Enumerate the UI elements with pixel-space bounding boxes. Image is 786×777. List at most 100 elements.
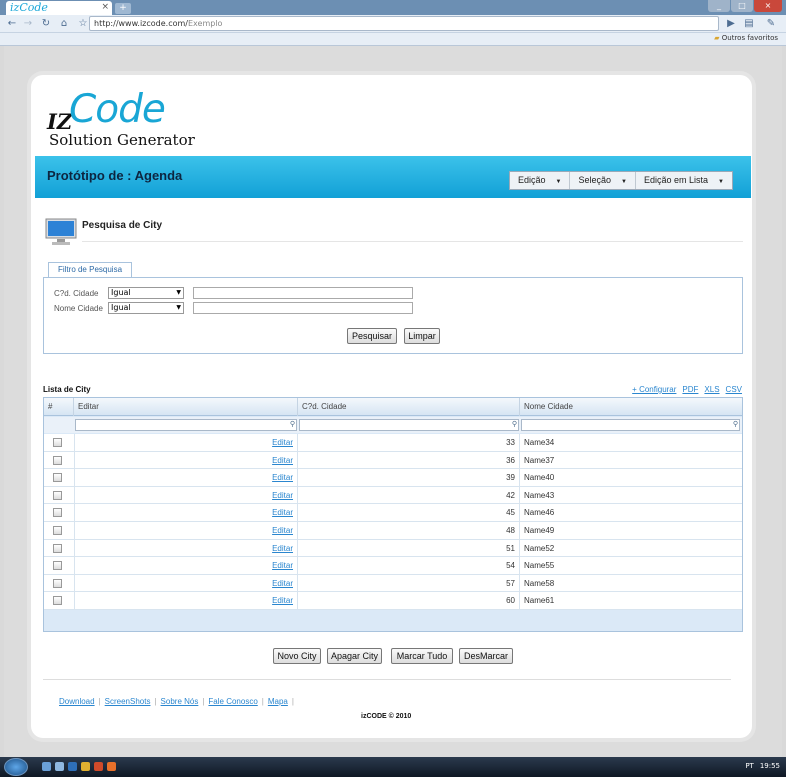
- grid-filter-code-input[interactable]: ⚲: [299, 419, 519, 431]
- delete-city-button[interactable]: Apagar City: [327, 648, 382, 664]
- forward-arrow-icon[interactable]: →: [21, 17, 35, 31]
- table-row: Editar 42 Name43: [44, 486, 742, 505]
- desktop-icon[interactable]: [42, 762, 51, 771]
- go-arrow-icon[interactable]: ▶: [724, 17, 738, 31]
- window-switch-icon[interactable]: [55, 762, 64, 771]
- tab-close-icon[interactable]: ×: [101, 2, 109, 12]
- edit-link[interactable]: Editar: [74, 521, 298, 539]
- edit-link[interactable]: Editar: [74, 539, 298, 557]
- pdf-link[interactable]: PDF: [682, 385, 698, 394]
- back-arrow-icon[interactable]: ←: [5, 17, 19, 31]
- app-page: IZ Code Solution Generator Protótipo de …: [31, 75, 752, 738]
- edit-link[interactable]: Editar: [74, 504, 298, 521]
- edit-link[interactable]: Editar: [74, 557, 298, 574]
- row-checkbox[interactable]: [53, 455, 62, 465]
- address-bar[interactable]: http://www.izcode.com/Exemplo: [89, 16, 719, 31]
- window-controls: _ □ ×: [708, 0, 782, 12]
- filter-icon[interactable]: ⚲: [733, 420, 738, 428]
- footer-divider: [43, 679, 731, 680]
- grid-header: # Editar C?d. Cidade Nome Cidade: [44, 398, 742, 416]
- city-name-cell: Name55: [524, 561, 555, 571]
- filter-icon[interactable]: ⚲: [290, 420, 295, 428]
- footer-link-map[interactable]: Mapa: [268, 697, 288, 706]
- footer-link-contact[interactable]: Fale Conosco: [208, 697, 257, 706]
- new-city-button[interactable]: Novo City: [273, 648, 321, 664]
- unmark-button[interactable]: DesMarcar: [459, 648, 513, 664]
- footer-link-download[interactable]: Download: [59, 697, 95, 706]
- row-checkbox[interactable]: [53, 543, 62, 553]
- col-header-name[interactable]: Nome Cidade: [520, 398, 742, 416]
- edit-link[interactable]: Editar: [74, 574, 298, 592]
- start-button[interactable]: [4, 758, 28, 776]
- mark-all-button[interactable]: Marcar Tudo: [391, 648, 453, 664]
- other-bookmarks-label: Outros favoritos: [721, 34, 778, 42]
- page-menu-icon[interactable]: ▤: [742, 17, 756, 31]
- row-checkbox[interactable]: [53, 508, 62, 518]
- main-menu: Edição ▼ Seleção ▼ Edição em Lista ▼: [509, 171, 733, 190]
- grid-filter-name-input[interactable]: ⚲: [521, 419, 740, 431]
- system-tray: PT 19:55: [745, 762, 780, 770]
- other-bookmarks-folder[interactable]: ▰ Outros favoritos: [714, 34, 778, 42]
- city-code-cell: 51: [298, 539, 520, 557]
- edit-link[interactable]: Editar: [74, 592, 298, 609]
- filter-icon[interactable]: ⚲: [512, 420, 517, 428]
- row-checkbox[interactable]: [53, 438, 62, 447]
- quick-launch: [42, 762, 116, 771]
- city-code-cell: 60: [298, 592, 520, 609]
- close-window-button[interactable]: ×: [754, 0, 782, 12]
- media-icon[interactable]: [94, 762, 103, 771]
- footer-link-about[interactable]: Sobre Nós: [161, 697, 199, 706]
- row-checkbox[interactable]: [53, 525, 62, 535]
- maximize-button[interactable]: □: [731, 0, 753, 12]
- edit-link[interactable]: Editar: [74, 451, 298, 469]
- col-header-number: #: [44, 398, 74, 416]
- menu-edicao-em-lista[interactable]: Edição em Lista ▼: [636, 172, 732, 189]
- search-button[interactable]: Pesquisar: [347, 328, 397, 344]
- col-header-edit[interactable]: Editar: [74, 398, 298, 416]
- footer-link-screenshots[interactable]: ScreenShots: [105, 697, 151, 706]
- monitor-icon: [45, 218, 77, 245]
- edit-link[interactable]: Editar: [74, 434, 298, 451]
- list-title: Lista de City: [43, 385, 91, 394]
- row-checkbox[interactable]: [53, 490, 62, 500]
- xls-link[interactable]: XLS: [704, 385, 719, 394]
- menu-selecao[interactable]: Seleção ▼: [570, 172, 636, 189]
- browser-tab[interactable]: izCode ×: [6, 1, 112, 15]
- reload-icon[interactable]: ↻: [39, 17, 53, 31]
- clear-button[interactable]: Limpar: [404, 328, 440, 344]
- menu-edicao[interactable]: Edição ▼: [510, 172, 571, 189]
- new-tab-button[interactable]: +: [115, 3, 131, 14]
- footer-links: Download | ScreenShots | Sobre Nós | Fale C…: [59, 697, 294, 706]
- folder-icon[interactable]: [81, 762, 90, 771]
- col-header-code[interactable]: C?d. Cidade: [298, 398, 520, 416]
- filter-name-input[interactable]: [193, 302, 413, 314]
- filter-tab[interactable]: Filtro de Pesquisa: [48, 262, 132, 278]
- table-row: Editar 57 Name58: [44, 574, 742, 593]
- bookmarks-bar: ▰ Outros favoritos: [0, 33, 786, 46]
- csv-link[interactable]: CSV: [726, 385, 742, 394]
- row-checkbox[interactable]: [53, 578, 62, 588]
- firefox-icon[interactable]: [107, 762, 116, 771]
- home-icon[interactable]: ⌂: [57, 17, 71, 31]
- bookmark-star-icon[interactable]: ☆: [76, 17, 90, 31]
- filter-name-operator-select[interactable]: Igual ▼: [108, 302, 184, 314]
- configure-link[interactable]: + Configurar: [632, 385, 676, 394]
- minimize-button[interactable]: _: [708, 0, 730, 12]
- ie-icon[interactable]: [68, 762, 77, 771]
- row-checkbox[interactable]: [53, 596, 62, 606]
- city-code-cell: 42: [298, 486, 520, 504]
- edit-link[interactable]: Editar: [74, 469, 298, 486]
- filter-code-label: C?d. Cidade: [54, 288, 99, 298]
- language-indicator[interactable]: PT: [745, 762, 754, 770]
- row-checkbox[interactable]: [53, 473, 62, 483]
- city-name-cell: Name40: [524, 473, 555, 483]
- edit-link[interactable]: Editar: [74, 486, 298, 504]
- city-code-cell: 33: [298, 434, 520, 451]
- table-row: Editar 39 Name40: [44, 469, 742, 487]
- filter-code-input[interactable]: [193, 287, 413, 299]
- row-checkbox[interactable]: [53, 561, 62, 571]
- wrench-icon[interactable]: ✎: [764, 17, 778, 31]
- filter-code-operator-select[interactable]: Igual ▼: [108, 287, 184, 299]
- clock[interactable]: 19:55: [760, 762, 780, 770]
- grid-filter-edit-input[interactable]: ⚲: [75, 419, 297, 431]
